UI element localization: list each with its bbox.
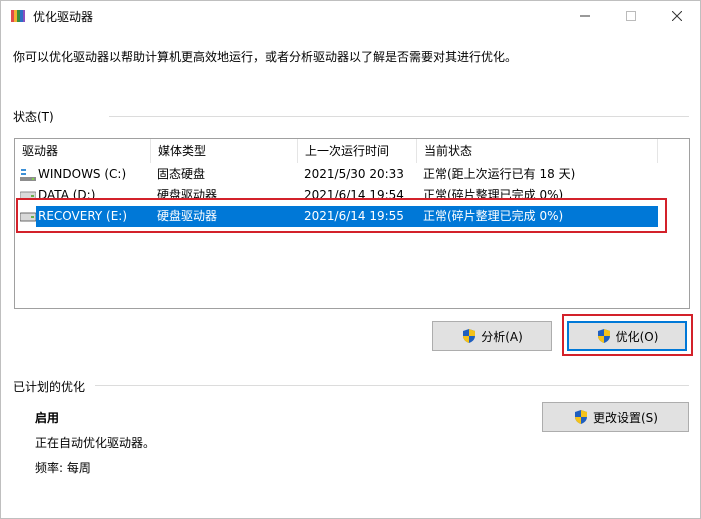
- description-text: 你可以优化驱动器以帮助计算机更高效地运行，或者分析驱动器以了解是否需要对其进行优…: [13, 50, 518, 64]
- uac-shield-icon: [463, 329, 476, 343]
- uac-shield-icon: [575, 410, 587, 424]
- column-header-drive[interactable]: 驱动器: [15, 139, 151, 163]
- drive-name: DATA (D:): [38, 188, 96, 199]
- table-row[interactable]: DATA (D:) 硬盘驱动器 2021/6/14 19:54 正常(碎片整理已…: [15, 185, 689, 199]
- schedule-group-label: 已计划的优化: [13, 380, 86, 394]
- uac-shield-icon: [597, 329, 610, 343]
- media-type: 固态硬盘: [157, 167, 206, 181]
- media-type: 硬盘驱动器: [157, 188, 218, 199]
- listview-header: 驱动器 媒体类型 上一次运行时间 当前状态: [15, 139, 689, 163]
- window-title: 优化驱动器: [33, 10, 94, 24]
- maximize-button[interactable]: [608, 1, 654, 31]
- last-run-time: 2021/6/14 19:54: [304, 188, 404, 199]
- analyze-button-label: 分析(A): [481, 329, 523, 344]
- schedule-detail: 正在自动优化驱动器。: [35, 436, 156, 450]
- current-status: 正常(距上次运行已有 18 天): [423, 167, 576, 181]
- optimize-button[interactable]: 优化(O): [567, 321, 687, 351]
- drive-name: WINDOWS (C:): [38, 167, 127, 181]
- optimize-button-label: 优化(O): [615, 329, 659, 344]
- status-group-label: 状态(T): [13, 110, 54, 124]
- title-bar[interactable]: 优化驱动器: [1, 1, 700, 31]
- table-row[interactable]: WINDOWS (C:) 固态硬盘 2021/5/30 20:33 正常(距上次…: [15, 164, 689, 185]
- last-run-time: 2021/5/30 20:33: [304, 167, 404, 181]
- schedule-divider: [95, 385, 689, 386]
- media-type: 硬盘驱动器: [157, 209, 218, 223]
- schedule-frequency: 频率: 每周: [35, 461, 91, 475]
- schedule-state: 启用: [35, 411, 60, 425]
- hdd-drive-icon: [20, 191, 36, 199]
- change-settings-button[interactable]: 更改设置(S): [542, 402, 689, 432]
- close-button[interactable]: [654, 1, 700, 31]
- current-status: 正常(碎片整理已完成 0%): [423, 188, 564, 199]
- table-row-selected[interactable]: RECOVERY (E:) 硬盘驱动器 2021/6/14 19:55 正常(碎…: [15, 206, 689, 227]
- defrag-app-icon: [11, 10, 25, 22]
- minimize-button[interactable]: [562, 1, 608, 31]
- drive-name: RECOVERY (E:): [38, 209, 128, 223]
- column-header-last-run[interactable]: 上一次运行时间: [298, 139, 417, 163]
- close-icon: [672, 11, 682, 21]
- optimize-drives-window: 优化驱动器 你可以优化驱动器以帮助计算机更高效地运行，或者分析驱动器以了解是否需…: [0, 0, 701, 519]
- column-header-current-status[interactable]: 当前状态: [417, 139, 658, 163]
- ssd-drive-icon: [20, 169, 36, 181]
- analyze-button[interactable]: 分析(A): [432, 321, 552, 351]
- change-settings-button-label: 更改设置(S): [593, 410, 658, 425]
- hdd-drive-icon: [20, 212, 36, 222]
- column-header-media-type[interactable]: 媒体类型: [151, 139, 298, 163]
- drives-listview[interactable]: 驱动器 媒体类型 上一次运行时间 当前状态 WINDOWS (C:) 固态硬盘 …: [14, 138, 690, 309]
- status-divider: [109, 116, 689, 117]
- current-status: 正常(碎片整理已完成 0%): [423, 209, 564, 223]
- minimize-icon: [580, 15, 590, 17]
- last-run-time: 2021/6/14 19:55: [304, 209, 404, 223]
- maximize-icon: [626, 11, 636, 21]
